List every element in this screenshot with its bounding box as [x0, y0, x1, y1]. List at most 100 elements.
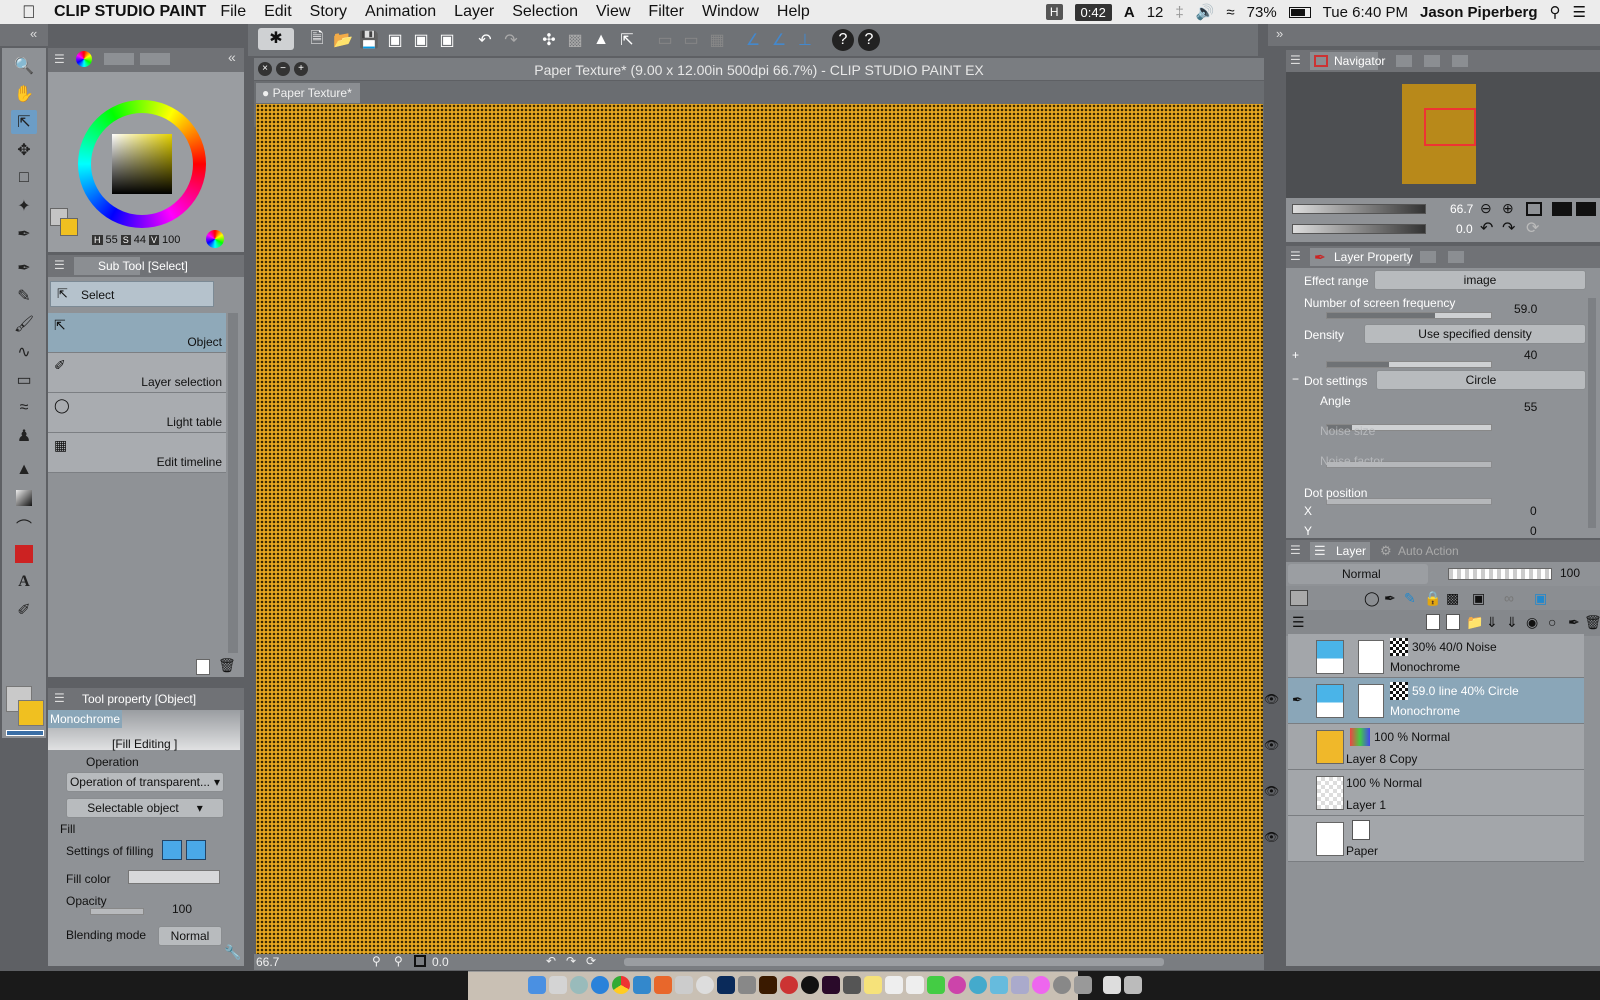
- canvas-area[interactable]: [256, 104, 1263, 954]
- mask-enable-icon[interactable]: ▣: [1472, 590, 1485, 607]
- safari-icon[interactable]: [591, 976, 609, 994]
- status-zoom[interactable]: 66.7: [256, 955, 279, 969]
- transfer-down-icon[interactable]: ⇓: [1486, 614, 1498, 631]
- pencil-icon[interactable]: ✎: [11, 284, 37, 308]
- timer[interactable]: 0:42: [1074, 3, 1112, 21]
- subtool-scrollbar[interactable]: [228, 313, 238, 653]
- layer-row-layer8copy[interactable]: 👁 100 % Normal Layer 8 Copy: [1264, 724, 1584, 770]
- screen-freq-slider[interactable]: [1326, 312, 1492, 319]
- eye-icon[interactable]: 👁: [1264, 692, 1279, 706]
- subtool-group-select[interactable]: ⇱ Select: [50, 281, 214, 307]
- ruler-display-icon[interactable]: ∞: [1504, 590, 1514, 606]
- transform-icon[interactable]: ✣: [538, 29, 560, 51]
- lock-transparency-icon[interactable]: ▩: [1446, 590, 1459, 607]
- fill-selection-icon[interactable]: ▲: [590, 29, 612, 51]
- reset-rotation-icon[interactable]: ⟳: [1526, 218, 1539, 238]
- fill-icon-2[interactable]: ▦: [706, 29, 728, 51]
- app-icon-8[interactable]: [675, 976, 693, 994]
- chrome-icon[interactable]: [612, 976, 630, 994]
- expand-icon[interactable]: +: [1292, 348, 1299, 362]
- menu-icon[interactable]: ☰: [1290, 543, 1301, 557]
- dot-y-value[interactable]: 0: [1530, 524, 1537, 538]
- select-all-icon[interactable]: ▣: [384, 29, 406, 51]
- marquee-icon[interactable]: □: [11, 166, 37, 190]
- wrench-icon[interactable]: 🔧: [224, 944, 241, 961]
- effect-range-dropdown[interactable]: image: [1374, 270, 1586, 290]
- dot-x-value[interactable]: 0: [1530, 504, 1537, 518]
- document-icon[interactable]: [1103, 976, 1121, 994]
- new-raster-layer-icon[interactable]: [1426, 614, 1440, 630]
- eye-icon[interactable]: 👁: [1264, 830, 1279, 844]
- fill-setting-1-icon[interactable]: [162, 840, 182, 860]
- new-subtool-icon[interactable]: [196, 659, 210, 675]
- ruler-snap-icon[interactable]: ∠: [742, 29, 764, 51]
- volume-icon[interactable]: 🔊: [1196, 3, 1215, 21]
- operation-tool-icon[interactable]: ⇱: [11, 110, 37, 134]
- zoom-in-icon[interactable]: ⊕: [1502, 200, 1514, 217]
- crop-icon[interactable]: ▩: [564, 29, 586, 51]
- sv-square[interactable]: [112, 134, 172, 194]
- fit-to-window-icon[interactable]: [1526, 202, 1542, 216]
- flip-horizontal-icon[interactable]: [1552, 202, 1572, 216]
- opacity-value[interactable]: 100: [172, 902, 192, 916]
- menu-icon[interactable]: ☰: [54, 258, 65, 272]
- color-set-tab-icon[interactable]: [140, 53, 170, 65]
- canvas-tab[interactable]: ● Paper Texture*: [256, 83, 360, 103]
- delete-layer-icon[interactable]: 🗑: [1584, 614, 1600, 631]
- app-icon-19[interactable]: [906, 976, 924, 994]
- layer-row-noise[interactable]: 30% 40/0 Noise Monochrome: [1288, 634, 1584, 678]
- tab-icon-2[interactable]: [1420, 251, 1436, 263]
- selectable-object-dropdown[interactable]: Selectable object ▾: [66, 798, 224, 818]
- app-icon-9[interactable]: [696, 976, 714, 994]
- indesign-icon[interactable]: [822, 976, 840, 994]
- layerprop-scrollbar[interactable]: [1588, 298, 1596, 528]
- create-mask-icon[interactable]: ◉: [1526, 614, 1538, 631]
- hand-tool-icon[interactable]: ✋: [11, 82, 37, 106]
- scale-icon[interactable]: ⇱: [616, 29, 638, 51]
- launchpad-icon[interactable]: [549, 976, 567, 994]
- zoom-out-icon[interactable]: ⊖: [1480, 200, 1492, 217]
- subtool-item-edit-timeline[interactable]: ▦ Edit timeline: [48, 433, 226, 473]
- battery-percent[interactable]: 73%: [1247, 4, 1277, 21]
- layer-opacity-value[interactable]: 100: [1560, 566, 1580, 580]
- invert-selection-icon[interactable]: ▣: [436, 29, 458, 51]
- app-icon-13[interactable]: [780, 976, 798, 994]
- navigator-rotation-value[interactable]: 0.0: [1456, 222, 1473, 236]
- collapse-icon[interactable]: −: [1292, 372, 1299, 386]
- wifi-icon[interactable]: ≈: [1226, 4, 1234, 21]
- apply-mask-icon[interactable]: ○: [1548, 614, 1556, 630]
- merge-down-icon[interactable]: ⇓: [1506, 614, 1518, 631]
- photoshop-icon[interactable]: [717, 976, 735, 994]
- menu-icon[interactable]: ☰: [54, 52, 65, 66]
- blend-mode-dropdown[interactable]: Normal: [1288, 564, 1428, 584]
- menu-file[interactable]: File: [220, 3, 246, 21]
- operation-dropdown[interactable]: Operation of transparent... ▾: [66, 772, 224, 792]
- tab-icon-3[interactable]: [1448, 251, 1464, 263]
- menu-edit[interactable]: Edit: [264, 3, 292, 21]
- clock[interactable]: Tue 6:40 PM: [1323, 4, 1408, 21]
- eyedropper-icon[interactable]: ✒: [11, 222, 37, 246]
- redo-icon[interactable]: ↷: [500, 29, 522, 51]
- help-2-icon[interactable]: ?: [858, 29, 880, 51]
- blend-dropdown[interactable]: Normal: [158, 926, 222, 946]
- rotate-right-icon[interactable]: ↷: [566, 954, 576, 968]
- help-icon[interactable]: ?: [832, 29, 854, 51]
- layer-tab-label[interactable]: Layer: [1336, 544, 1366, 558]
- finder-icon[interactable]: [528, 976, 546, 994]
- navigator-tab-icon[interactable]: [1314, 55, 1328, 67]
- app-icon-16[interactable]: [843, 976, 861, 994]
- fill-color-swatch[interactable]: [128, 870, 220, 884]
- layer-property-icon[interactable]: ✒: [1314, 249, 1326, 266]
- menu-animation[interactable]: Animation: [365, 3, 436, 21]
- airbrush-icon[interactable]: ∿: [11, 340, 37, 364]
- pen-icon[interactable]: ✒: [11, 256, 37, 280]
- grid-snap-icon[interactable]: ⊥: [794, 29, 816, 51]
- menu-icon[interactable]: ☰: [54, 691, 65, 705]
- menu-selection[interactable]: Selection: [512, 3, 578, 21]
- status-rotation[interactable]: 0.0: [432, 955, 449, 969]
- undo-icon[interactable]: ↶: [474, 29, 496, 51]
- color-wheel-tab-icon[interactable]: [76, 51, 92, 67]
- stamp-icon[interactable]: ♟: [11, 424, 37, 448]
- edit-pen-icon[interactable]: ✒: [1292, 692, 1303, 708]
- notes-icon[interactable]: [864, 976, 882, 994]
